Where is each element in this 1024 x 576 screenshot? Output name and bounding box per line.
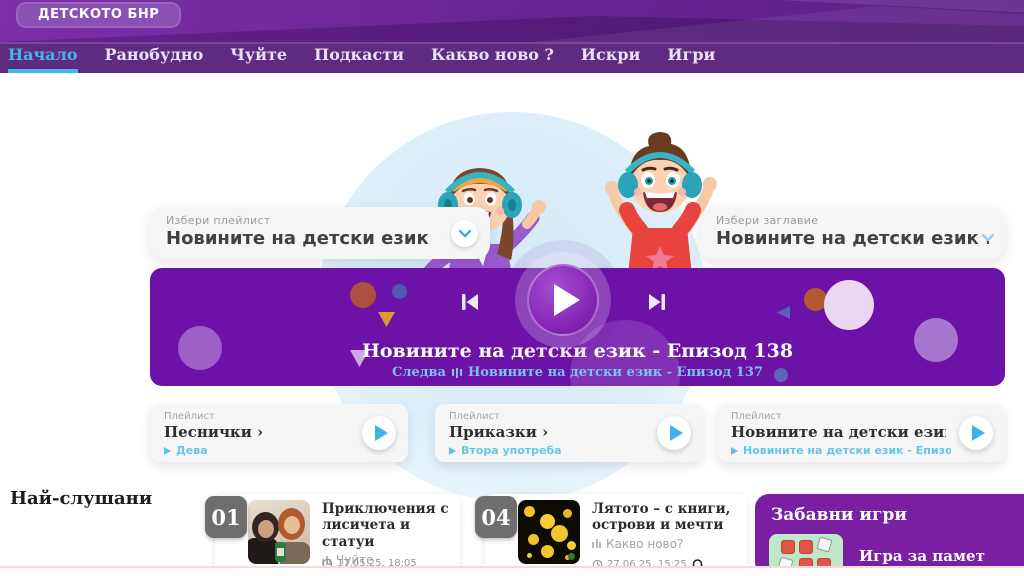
play-icon bbox=[375, 425, 388, 441]
up-next-title: Новините на детски език - Епизод 137 bbox=[468, 365, 763, 380]
play-icon bbox=[554, 284, 580, 316]
playlist-card-current: Дева bbox=[164, 444, 384, 457]
play-button[interactable] bbox=[503, 240, 623, 360]
episode-title: Лятото – с книги, острови и мечти bbox=[592, 501, 732, 534]
most-listened-item[interactable]: 01 Приключения с лисичета и статуи Чуйте… bbox=[215, 494, 460, 576]
previous-track-button[interactable] bbox=[455, 288, 485, 318]
title-select-chevron-button[interactable] bbox=[981, 227, 995, 246]
playlist-select-value: Новините на детски език bbox=[166, 228, 446, 249]
most-listened-heading: Най-слушани bbox=[10, 488, 152, 509]
playlist-card-pesnichki[interactable]: Плейлист Песнички › Дева bbox=[150, 404, 408, 462]
play-icon bbox=[449, 447, 456, 455]
title-select-label: Избери заглавие bbox=[716, 214, 989, 227]
rank-badge: 04 bbox=[475, 496, 517, 538]
chevron-down-icon bbox=[981, 233, 995, 242]
play-button-core bbox=[527, 264, 599, 336]
title-select-value: Новините на детски език ... bbox=[716, 228, 989, 249]
top-header: ДЕТСКОТО БНР bbox=[0, 0, 1024, 42]
queue-icon bbox=[452, 368, 462, 378]
next-section-edge bbox=[0, 566, 1024, 576]
playlist-card-title: Приказки › bbox=[449, 423, 664, 441]
rank-badge: 01 bbox=[205, 496, 247, 538]
skip-next-icon bbox=[644, 289, 670, 315]
nav-item-kakvo-novo[interactable]: Какво ново ? bbox=[431, 45, 554, 73]
brand-badge[interactable]: ДЕТСКОТО БНР bbox=[16, 2, 181, 28]
up-next-line: Следва Новините на детски език - Епизод 1… bbox=[150, 365, 1005, 380]
playlist-card-prikazki[interactable]: Плейлист Приказки › Втора употреба bbox=[435, 404, 703, 462]
chevron-down-icon bbox=[458, 229, 472, 238]
game-title: Игра за памет bbox=[859, 547, 985, 565]
episode-thumbnail bbox=[248, 500, 310, 564]
playlist-play-button[interactable] bbox=[959, 416, 993, 450]
play-icon bbox=[670, 425, 683, 441]
episode-title: Приключения с лисичета и статуи bbox=[322, 501, 462, 550]
up-next-label: Следва bbox=[392, 365, 446, 380]
playlist-card-current: Новините на детски език - Епизод 138 bbox=[731, 444, 951, 457]
main-nav: Начало Ранобудно Чуйте Подкасти Какво но… bbox=[0, 42, 1024, 73]
playlist-card-novinite[interactable]: Плейлист Новините на детски език › Новин… bbox=[717, 404, 1005, 462]
playlist-card-label: Плейлист bbox=[731, 411, 991, 422]
play-icon bbox=[731, 447, 738, 455]
nav-item-home[interactable]: Начало bbox=[8, 45, 78, 73]
play-icon bbox=[164, 447, 171, 455]
nav-item-iskri[interactable]: Искри bbox=[581, 45, 640, 73]
playlist-select[interactable]: Избери плейлист Новините на детски език bbox=[150, 207, 490, 259]
nav-item-podkasti[interactable]: Подкасти bbox=[314, 45, 404, 73]
playlist-play-button[interactable] bbox=[657, 416, 691, 450]
next-track-button[interactable] bbox=[642, 288, 672, 318]
queue-icon bbox=[592, 539, 601, 548]
episode-category: Какво ново? bbox=[592, 537, 732, 551]
page: ДЕТСКОТО БНР Начало Ранобудно Чуйте Подк… bbox=[0, 0, 1024, 576]
playlist-card-current: Втора употреба bbox=[449, 444, 669, 457]
playlist-card-title: Песнички › bbox=[164, 423, 379, 441]
episode-thumbnail bbox=[518, 500, 580, 564]
playlist-card-label: Плейлист bbox=[449, 411, 689, 422]
most-listened-item[interactable]: 04 Лятото – с книги, острови и мечти Как… bbox=[485, 494, 747, 576]
nav-item-igri[interactable]: Игри bbox=[667, 45, 715, 73]
playlist-select-chevron-button[interactable] bbox=[451, 220, 478, 247]
games-heading: Забавни игри bbox=[771, 505, 907, 525]
nav-item-chuite[interactable]: Чуйте bbox=[230, 45, 287, 73]
play-icon bbox=[972, 425, 985, 441]
playlist-card-title: Новините на детски език › bbox=[731, 423, 946, 441]
nav-item-ranobudno[interactable]: Ранобудно bbox=[105, 45, 204, 73]
skip-previous-icon bbox=[457, 289, 483, 315]
games-panel: Забавни игри Игра за памет bbox=[755, 494, 1024, 576]
title-select[interactable]: Избери заглавие Новините на детски език … bbox=[700, 207, 1005, 259]
playlist-card-label: Плейлист bbox=[164, 411, 394, 422]
playlist-play-button[interactable] bbox=[362, 416, 396, 450]
playlist-select-label: Избери плейлист bbox=[166, 214, 474, 227]
